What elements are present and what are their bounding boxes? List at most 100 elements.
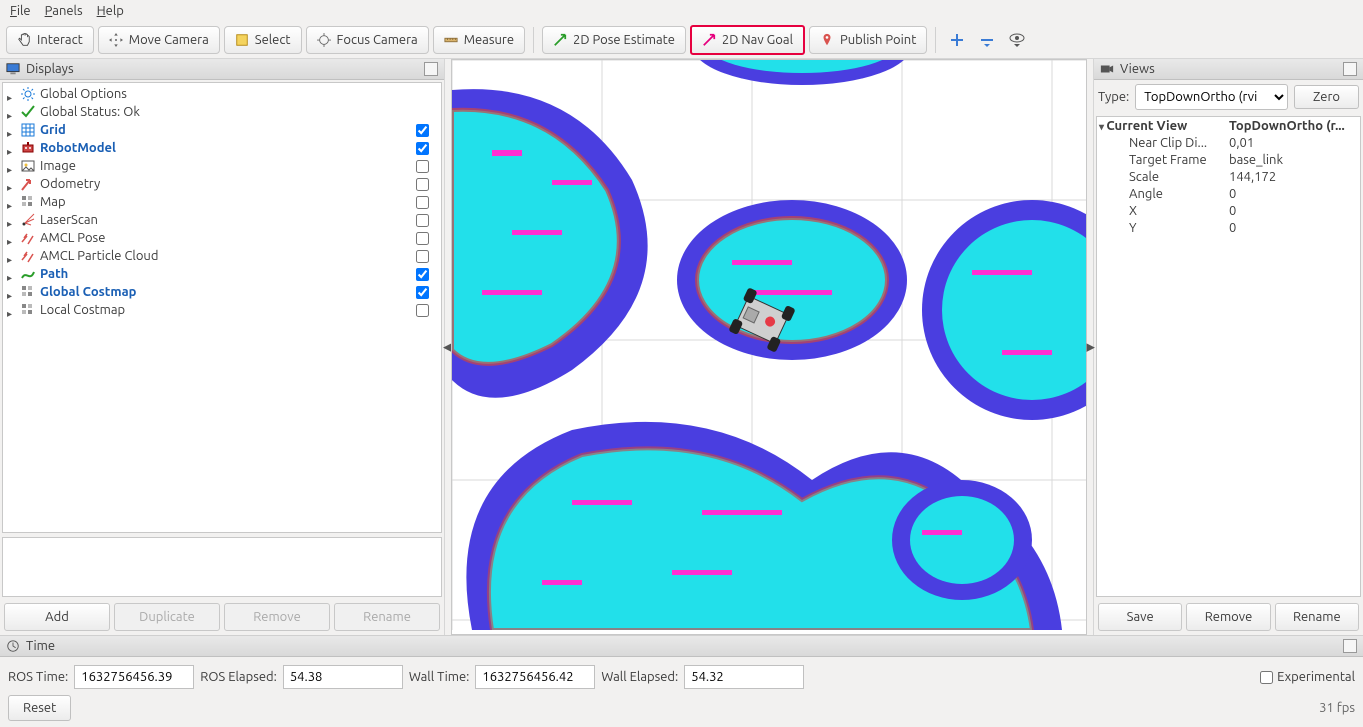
view-prop-row[interactable]: Scale144,172 xyxy=(1097,168,1360,185)
display-item-label: AMCL Particle Cloud xyxy=(40,249,412,263)
publish-point-button[interactable]: Publish Point xyxy=(809,26,927,54)
display-item-checkbox[interactable] xyxy=(416,124,429,137)
view-prop-row[interactable]: Angle0 xyxy=(1097,185,1360,202)
ros-time-input[interactable] xyxy=(74,665,194,689)
expander-icon[interactable] xyxy=(7,90,16,99)
main-area: Displays Global OptionsGlobal Status: Ok… xyxy=(0,59,1363,635)
path-icon xyxy=(20,266,36,282)
display-item-global-costmap[interactable]: Global Costmap xyxy=(3,283,441,301)
panel-float-toggle[interactable] xyxy=(1343,639,1357,653)
display-item-amcl-pose[interactable]: AMCL Pose xyxy=(3,229,441,247)
select-button[interactable]: Select xyxy=(224,26,302,54)
panel-float-toggle[interactable] xyxy=(424,62,438,76)
display-item-checkbox[interactable] xyxy=(416,214,429,227)
time-header: Time xyxy=(0,636,1363,657)
nav-goal-label: 2D Nav Goal xyxy=(722,33,793,47)
nav-goal-button[interactable]: 2D Nav Goal xyxy=(690,25,805,55)
monitor-icon xyxy=(6,62,20,76)
pose-estimate-button[interactable]: 2D Pose Estimate xyxy=(542,26,686,54)
save-view-button[interactable]: Save xyxy=(1098,603,1182,631)
interact-button[interactable]: Interact xyxy=(6,26,94,54)
view-prop-row[interactable]: Near Clip Di...0,01 xyxy=(1097,134,1360,151)
add-button[interactable]: Add xyxy=(4,603,110,631)
expander-icon[interactable] xyxy=(7,270,16,279)
views-buttons: Save Remove Rename xyxy=(1094,599,1363,635)
wall-elapsed-input[interactable] xyxy=(684,665,804,689)
expander-icon[interactable] xyxy=(7,126,16,135)
displays-header: Displays xyxy=(0,59,444,80)
experimental-checkbox[interactable]: Experimental xyxy=(1260,670,1355,684)
focus-camera-button[interactable]: Focus Camera xyxy=(306,26,429,54)
expander-icon[interactable] xyxy=(7,144,16,153)
display-item-checkbox[interactable] xyxy=(416,160,429,173)
reset-button[interactable]: Reset xyxy=(8,695,71,721)
minus-icon[interactable] xyxy=(974,27,1000,53)
expander-icon[interactable] xyxy=(7,306,16,315)
display-item-checkbox[interactable] xyxy=(416,142,429,155)
ros-elapsed-input[interactable] xyxy=(283,665,403,689)
experimental-label: Experimental xyxy=(1277,670,1355,684)
clock-icon xyxy=(6,639,20,653)
display-item-laserscan[interactable]: LaserScan xyxy=(3,211,441,229)
view-prop-row[interactable]: X0 xyxy=(1097,202,1360,219)
toolbar-separator xyxy=(935,27,936,53)
rename-view-button[interactable]: Rename xyxy=(1275,603,1359,631)
menu-panels[interactable]: Panels xyxy=(45,4,83,18)
display-item-path[interactable]: Path xyxy=(3,265,441,283)
display-item-label: Image xyxy=(40,159,412,173)
display-item-checkbox[interactable] xyxy=(416,304,429,317)
viewport-3d[interactable] xyxy=(451,59,1087,635)
move-camera-label: Move Camera xyxy=(129,33,209,47)
displays-panel: Displays Global OptionsGlobal Status: Ok… xyxy=(0,59,445,635)
wall-time-input[interactable] xyxy=(475,665,595,689)
displays-tree[interactable]: Global OptionsGlobal Status: OkGridRobot… xyxy=(2,82,442,533)
ros-time-label: ROS Time: xyxy=(8,670,68,684)
view-prop-row[interactable]: Target Framebase_link xyxy=(1097,151,1360,168)
display-item-checkbox[interactable] xyxy=(416,268,429,281)
display-item-grid[interactable]: Grid xyxy=(3,121,441,139)
display-item-robotmodel[interactable]: RobotModel xyxy=(3,139,441,157)
measure-button[interactable]: Measure xyxy=(433,26,525,54)
experimental-input[interactable] xyxy=(1260,671,1273,684)
expander-icon[interactable] xyxy=(7,162,16,171)
display-item-odometry[interactable]: Odometry xyxy=(3,175,441,193)
expander-icon[interactable] xyxy=(7,288,16,297)
menu-help[interactable]: Help xyxy=(97,4,124,18)
eye-icon[interactable] xyxy=(1004,27,1030,53)
interact-label: Interact xyxy=(37,33,83,47)
display-item-local-costmap[interactable]: Local Costmap xyxy=(3,301,441,319)
expander-icon[interactable] xyxy=(7,180,16,189)
expander-icon[interactable] xyxy=(7,198,16,207)
map-icon xyxy=(20,302,36,318)
plus-icon[interactable] xyxy=(944,27,970,53)
display-item-checkbox[interactable] xyxy=(416,178,429,191)
view-property-list[interactable]: Current View TopDownOrtho (r... Near Cli… xyxy=(1096,116,1361,597)
move-camera-button[interactable]: Move Camera xyxy=(98,26,220,54)
menubar: File Panels Help xyxy=(0,0,1363,22)
expander-icon[interactable] xyxy=(7,216,16,225)
display-item-amcl-particle-cloud[interactable]: AMCL Particle Cloud xyxy=(3,247,441,265)
zero-button[interactable]: Zero xyxy=(1294,85,1359,109)
menu-file[interactable]: File xyxy=(10,4,31,18)
display-item-checkbox[interactable] xyxy=(416,286,429,299)
expander-icon[interactable] xyxy=(7,108,16,117)
display-item-global-options[interactable]: Global Options xyxy=(3,85,441,103)
display-item-checkbox[interactable] xyxy=(416,232,429,245)
view-type-select[interactable]: TopDownOrtho (rvi xyxy=(1135,84,1288,110)
display-item-global-status-ok[interactable]: Global Status: Ok xyxy=(3,103,441,121)
panel-float-toggle[interactable] xyxy=(1343,62,1357,76)
view-prop-row[interactable]: Y0 xyxy=(1097,219,1360,236)
hand-icon xyxy=(17,33,31,47)
ruler-icon xyxy=(444,33,458,47)
collapse-right-icon[interactable]: ▶ xyxy=(1087,341,1095,354)
display-item-map[interactable]: Map xyxy=(3,193,441,211)
display-item-checkbox[interactable] xyxy=(416,250,429,263)
expander-icon[interactable] xyxy=(7,252,16,261)
time-body: ROS Time: ROS Elapsed: Wall Time: Wall E… xyxy=(0,657,1363,691)
display-item-image[interactable]: Image xyxy=(3,157,441,175)
remove-view-button[interactable]: Remove xyxy=(1186,603,1270,631)
display-item-checkbox[interactable] xyxy=(416,196,429,209)
views-title: Views xyxy=(1120,62,1337,76)
current-view-row[interactable]: Current View TopDownOrtho (r... xyxy=(1097,117,1360,134)
expander-icon[interactable] xyxy=(7,234,16,243)
